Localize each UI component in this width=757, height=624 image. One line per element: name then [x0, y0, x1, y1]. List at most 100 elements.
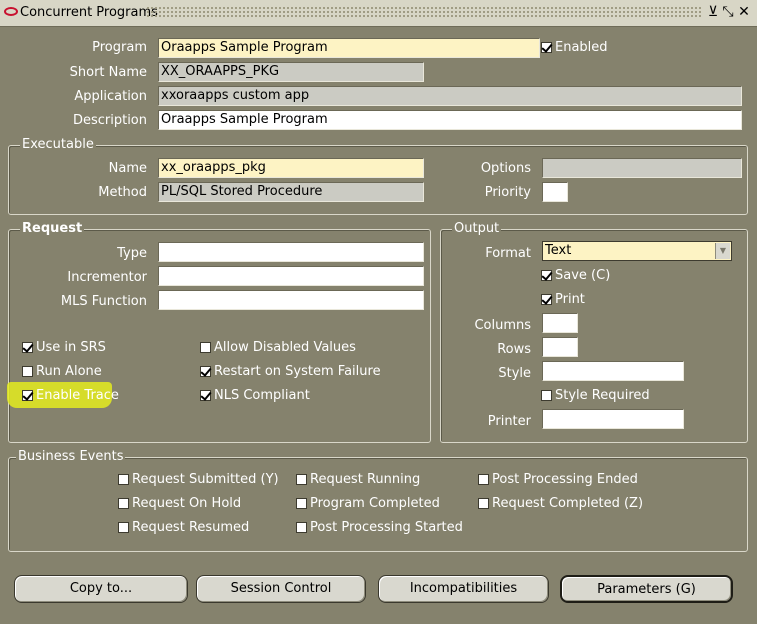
- executable-group: [8, 145, 748, 215]
- request-title: Request: [20, 221, 85, 236]
- program-completed-box[interactable]: [296, 498, 307, 509]
- window-title: Concurrent Programs: [20, 5, 158, 20]
- printer-label: Printer: [487, 414, 531, 429]
- print-box[interactable]: [541, 294, 552, 305]
- restart-on-failure-box[interactable]: [200, 366, 211, 377]
- session-control-button[interactable]: Session Control: [196, 575, 366, 603]
- application-label: Application: [74, 89, 147, 104]
- output-title: Output: [452, 221, 502, 236]
- request-running-box[interactable]: [296, 474, 307, 485]
- columns-field[interactable]: [542, 313, 578, 333]
- restart-on-failure-label: Restart on System Failure: [214, 364, 381, 379]
- request-on-hold-box[interactable]: [118, 498, 129, 509]
- parameters-button[interactable]: Parameters (G): [560, 575, 733, 603]
- short-name-label: Short Name: [69, 65, 147, 80]
- save-label: Save (C): [555, 268, 611, 283]
- title-bar-texture: [146, 6, 702, 19]
- style-required-checkbox[interactable]: Style Required: [541, 388, 650, 403]
- program-field[interactable]: Oraapps Sample Program: [158, 38, 540, 58]
- print-checkbox[interactable]: Print: [541, 292, 585, 307]
- format-value: Text: [545, 243, 572, 258]
- post-processing-ended-checkbox[interactable]: Post Processing Ended: [478, 472, 638, 487]
- executable-name-label: Name: [108, 161, 147, 176]
- program-completed-checkbox[interactable]: Program Completed: [296, 496, 440, 511]
- short-name-field[interactable]: XX_ORAAPPS_PKG: [158, 62, 424, 82]
- method-field[interactable]: PL/SQL Stored Procedure: [158, 182, 424, 202]
- style-field[interactable]: [542, 361, 684, 381]
- save-box[interactable]: [541, 270, 552, 281]
- description-field[interactable]: Oraapps Sample Program: [158, 110, 742, 130]
- run-alone-checkbox[interactable]: Run Alone: [22, 364, 102, 379]
- request-completed-box[interactable]: [478, 498, 489, 509]
- application-field[interactable]: xxoraapps custom app: [158, 86, 742, 106]
- enabled-label: Enabled: [555, 40, 608, 55]
- printer-field[interactable]: [542, 409, 684, 429]
- description-label: Description: [72, 113, 147, 128]
- use-in-srs-box[interactable]: [22, 342, 33, 353]
- restore-icon[interactable]: ⤡: [721, 4, 735, 20]
- title-bar: Concurrent Programs ⊻ ⤡ ✕: [0, 0, 757, 27]
- post-processing-started-label: Post Processing Started: [310, 520, 463, 535]
- print-label: Print: [555, 292, 585, 307]
- request-resumed-checkbox[interactable]: Request Resumed: [118, 520, 249, 535]
- incompatibilities-button[interactable]: Incompatibilities: [378, 575, 549, 603]
- type-label: Type: [117, 246, 147, 261]
- copy-to-button[interactable]: Copy to...: [14, 575, 188, 603]
- style-required-box[interactable]: [541, 390, 552, 401]
- request-on-hold-checkbox[interactable]: Request On Hold: [118, 496, 241, 511]
- request-submitted-checkbox[interactable]: Request Submitted (Y): [118, 472, 279, 487]
- save-checkbox[interactable]: Save (C): [541, 268, 610, 283]
- allow-disabled-values-label: Allow Disabled Values: [214, 340, 356, 355]
- nls-compliant-checkbox[interactable]: NLS Compliant: [200, 388, 310, 403]
- allow-disabled-values-checkbox[interactable]: Allow Disabled Values: [200, 340, 356, 355]
- enable-trace-checkbox[interactable]: Enable Trace: [22, 388, 119, 403]
- program-label: Program: [92, 40, 147, 55]
- minimize-icon[interactable]: ⊻: [706, 4, 720, 20]
- request-completed-checkbox[interactable]: Request Completed (Z): [478, 496, 643, 511]
- post-processing-started-checkbox[interactable]: Post Processing Started: [296, 520, 463, 535]
- rows-field[interactable]: [542, 337, 578, 357]
- request-running-checkbox[interactable]: Request Running: [296, 472, 420, 487]
- format-select[interactable]: Text ▼: [542, 241, 732, 261]
- executable-title: Executable: [20, 137, 96, 152]
- style-required-label: Style Required: [555, 388, 650, 403]
- method-label: Method: [98, 185, 147, 200]
- post-processing-ended-label: Post Processing Ended: [492, 472, 638, 487]
- request-completed-label: Request Completed (Z): [492, 496, 644, 511]
- post-processing-ended-box[interactable]: [478, 474, 489, 485]
- mls-function-label: MLS Function: [60, 294, 147, 309]
- use-in-srs-checkbox[interactable]: Use in SRS: [22, 340, 106, 355]
- use-in-srs-label: Use in SRS: [36, 340, 106, 355]
- executable-name-field[interactable]: xx_oraapps_pkg: [158, 158, 424, 178]
- request-on-hold-label: Request On Hold: [132, 496, 242, 511]
- columns-label: Columns: [474, 318, 531, 333]
- request-submitted-label: Request Submitted (Y): [132, 472, 279, 487]
- restart-on-failure-checkbox[interactable]: Restart on System Failure: [200, 364, 381, 379]
- incrementor-field[interactable]: [158, 266, 424, 286]
- request-submitted-box[interactable]: [118, 474, 129, 485]
- nls-compliant-label: NLS Compliant: [214, 388, 310, 403]
- allow-disabled-values-box[interactable]: [200, 342, 211, 353]
- type-field[interactable]: [158, 242, 424, 262]
- request-resumed-label: Request Resumed: [132, 520, 250, 535]
- priority-field[interactable]: [542, 182, 568, 202]
- request-running-label: Request Running: [310, 472, 421, 487]
- options-field[interactable]: [542, 158, 742, 178]
- rows-label: Rows: [497, 342, 531, 357]
- enable-trace-label: Enable Trace: [36, 388, 119, 403]
- options-label: Options: [480, 161, 531, 176]
- priority-label: Priority: [484, 185, 531, 200]
- mls-function-field[interactable]: [158, 290, 424, 310]
- close-icon[interactable]: ✕: [737, 4, 751, 20]
- incrementor-label: Incrementor: [67, 270, 147, 285]
- style-label: Style: [498, 366, 531, 381]
- nls-compliant-box[interactable]: [200, 390, 211, 401]
- enabled-checkbox-box[interactable]: [541, 42, 552, 53]
- enabled-checkbox[interactable]: Enabled: [541, 40, 608, 55]
- run-alone-box[interactable]: [22, 366, 33, 377]
- post-processing-started-box[interactable]: [296, 522, 307, 533]
- run-alone-label: Run Alone: [36, 364, 102, 379]
- request-resumed-box[interactable]: [118, 522, 129, 533]
- chevron-down-icon[interactable]: ▼: [715, 243, 730, 259]
- enable-trace-box[interactable]: [22, 390, 33, 401]
